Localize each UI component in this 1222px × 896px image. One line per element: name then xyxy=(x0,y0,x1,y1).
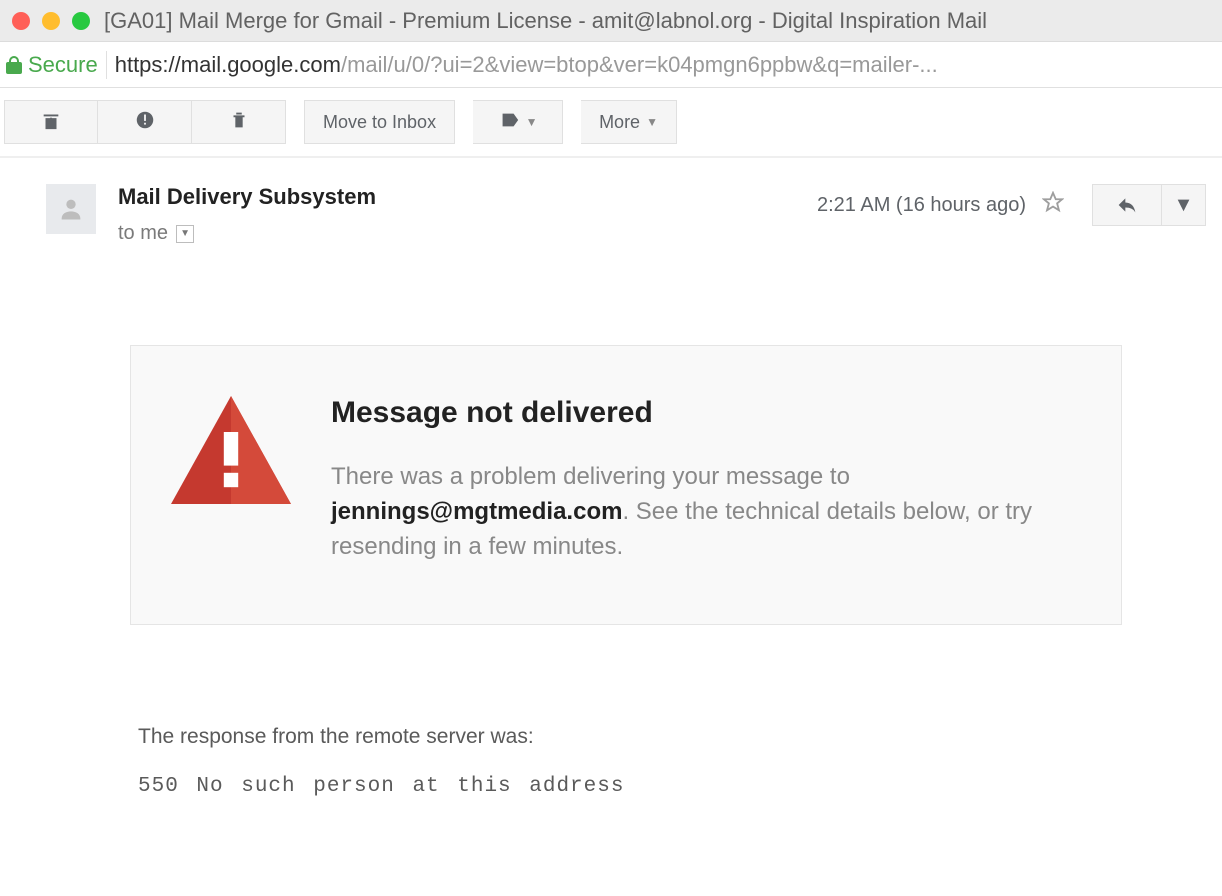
maximize-window-button[interactable] xyxy=(72,12,90,30)
traffic-lights xyxy=(12,12,90,30)
trash-icon xyxy=(228,109,250,136)
warning-icon xyxy=(171,396,291,509)
notice-text-block: Message not delivered There was a proble… xyxy=(331,396,1081,564)
secure-label: Secure xyxy=(28,52,98,78)
move-to-inbox-label: Move to Inbox xyxy=(323,112,436,133)
url-text: https://mail.google.com/mail/u/0/?ui=2&v… xyxy=(115,52,1216,78)
chevron-down-icon: ▼ xyxy=(1174,194,1194,217)
recipient-line: to me ▼ xyxy=(118,222,817,245)
notice-email: jennings@mgtmedia.com xyxy=(331,498,622,525)
archive-button[interactable] xyxy=(4,100,98,144)
reply-button[interactable] xyxy=(1092,184,1162,226)
close-window-button[interactable] xyxy=(12,12,30,30)
reply-group: ▼ xyxy=(1092,184,1206,226)
move-to-inbox-button[interactable]: Move to Inbox xyxy=(304,100,455,144)
more-label: More xyxy=(599,112,640,133)
more-button[interactable]: More ▼ xyxy=(581,100,677,144)
notice-title: Message not delivered xyxy=(331,396,1081,430)
message-body: Message not delivered There was a proble… xyxy=(0,245,1222,798)
toolbar-group-primary xyxy=(4,100,286,144)
response-code: 550 No such person at this address xyxy=(138,775,1122,798)
report-spam-button[interactable] xyxy=(98,100,192,144)
avatar xyxy=(46,184,96,234)
divider xyxy=(106,51,107,79)
show-details-button[interactable]: ▼ xyxy=(176,225,194,243)
sender-block: Mail Delivery Subsystem to me ▼ xyxy=(118,184,817,245)
delivery-notice: Message not delivered There was a proble… xyxy=(130,345,1122,625)
delete-button[interactable] xyxy=(192,100,286,144)
star-button[interactable] xyxy=(1042,191,1064,219)
notice-description: There was a problem delivering your mess… xyxy=(331,460,1081,564)
response-block: The response from the remote server was:… xyxy=(130,725,1122,798)
url-host: https://mail.google.com xyxy=(115,52,341,77)
archive-icon xyxy=(40,109,62,136)
message-meta: 2:21 AM (16 hours ago) ▼ xyxy=(817,184,1206,226)
notice-desc-before: There was a problem delivering your mess… xyxy=(331,463,850,490)
address-bar[interactable]: Secure https://mail.google.com/mail/u/0/… xyxy=(0,42,1222,88)
timestamp: 2:21 AM (16 hours ago) xyxy=(817,194,1026,217)
star-icon xyxy=(1042,191,1064,213)
message-header: Mail Delivery Subsystem to me ▼ 2:21 AM … xyxy=(0,158,1222,245)
toolbar: Move to Inbox ▼ More ▼ xyxy=(0,88,1222,158)
minimize-window-button[interactable] xyxy=(42,12,60,30)
spam-icon xyxy=(134,109,156,136)
reply-icon xyxy=(1114,195,1140,215)
lock-icon xyxy=(6,56,22,74)
response-label: The response from the remote server was: xyxy=(138,725,1122,749)
recipient-text: to me xyxy=(118,222,168,245)
person-icon xyxy=(57,195,85,223)
label-icon xyxy=(498,109,520,136)
window-title: [GA01] Mail Merge for Gmail - Premium Li… xyxy=(104,8,987,34)
chevron-down-icon: ▼ xyxy=(646,115,658,129)
sender-name: Mail Delivery Subsystem xyxy=(118,184,817,210)
url-path: /mail/u/0/?ui=2&view=btop&ver=k04pmgn6pp… xyxy=(341,52,938,77)
chevron-down-icon: ▼ xyxy=(526,115,538,129)
window-titlebar: [GA01] Mail Merge for Gmail - Premium Li… xyxy=(0,0,1222,42)
reply-more-button[interactable]: ▼ xyxy=(1162,184,1206,226)
labels-button[interactable]: ▼ xyxy=(473,100,563,144)
